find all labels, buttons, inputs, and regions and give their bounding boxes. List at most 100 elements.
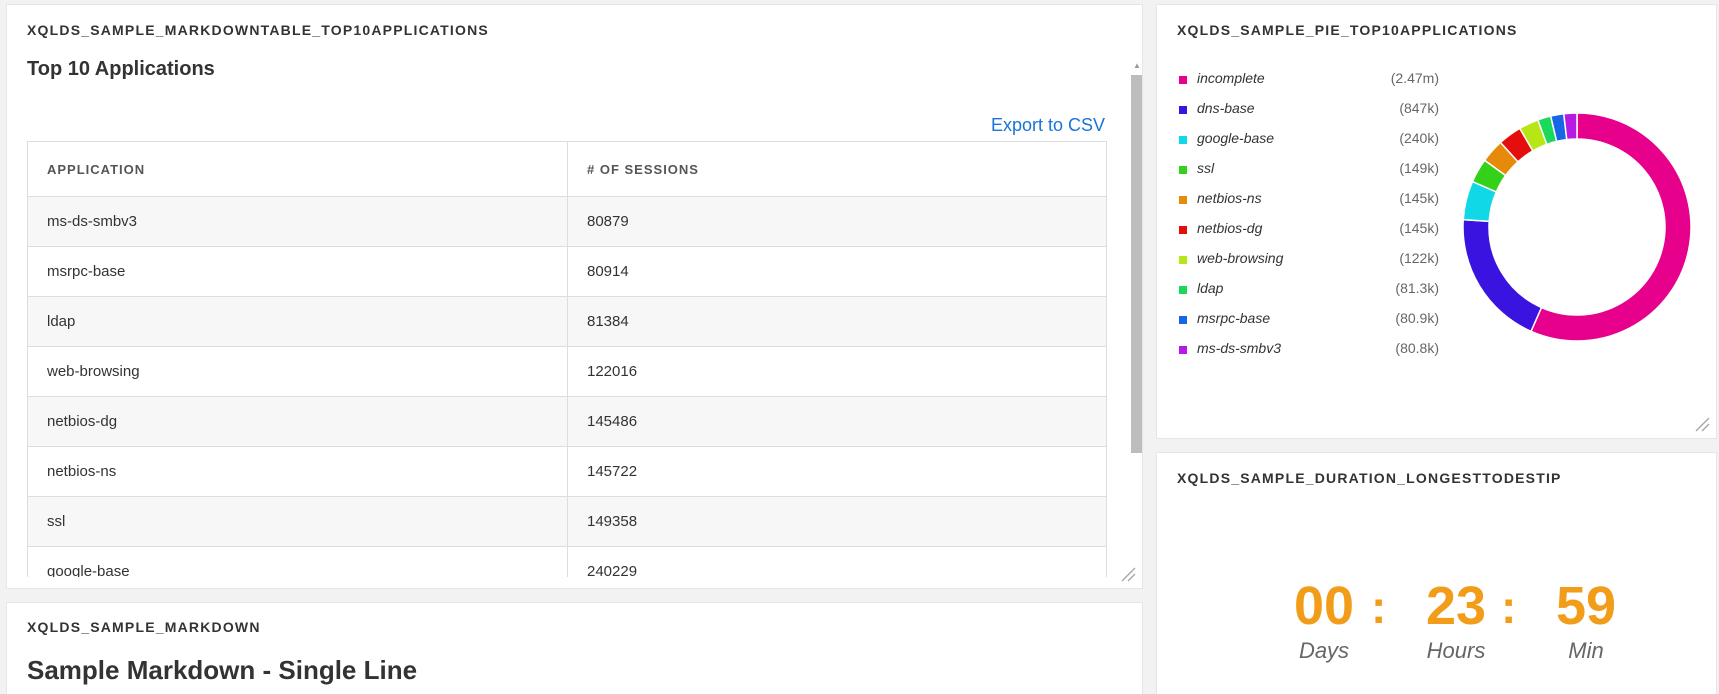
widget-title: XQLDS_SAMPLE_DURATION_LONGESTTODESTIP <box>1177 470 1562 486</box>
legend-swatch <box>1179 76 1187 84</box>
duration-separator: : <box>1501 581 1517 633</box>
table-row: netbios-ns 145722 <box>27 446 1107 497</box>
legend-label: ldap <box>1197 280 1224 296</box>
markdown-table-widget: XQLDS_SAMPLE_MARKDOWNTABLE_TOP10APPLICAT… <box>6 4 1143 589</box>
table-row: netbios-dg 145486 <box>27 396 1107 447</box>
resize-handle-icon[interactable] <box>1694 416 1710 432</box>
sessions-cell: 81384 <box>567 296 1107 347</box>
legend-item[interactable]: ssl (149k) <box>1179 158 1439 188</box>
legend-swatch <box>1179 256 1187 264</box>
legend-item[interactable]: ms-ds-smbv3 (80.8k) <box>1179 338 1439 368</box>
legend-item[interactable]: msrpc-base (80.9k) <box>1179 308 1439 338</box>
duration-minutes: 59 Min <box>1531 576 1641 664</box>
legend-value: (2.47m) <box>1390 70 1439 86</box>
legend-value: (80.8k) <box>1395 340 1439 356</box>
application-cell: ssl <box>27 496 568 547</box>
legend-item[interactable]: web-browsing (122k) <box>1179 248 1439 278</box>
legend-value: (149k) <box>1399 160 1439 176</box>
legend-swatch <box>1179 316 1187 324</box>
table-row: msrpc-base 80914 <box>27 246 1107 297</box>
table-row: ms-ds-smbv3 80879 <box>27 196 1107 247</box>
application-cell: web-browsing <box>27 346 568 397</box>
days-label: Days <box>1298 638 1350 663</box>
legend-value: (122k) <box>1399 250 1439 266</box>
application-cell: msrpc-base <box>27 246 568 297</box>
minutes-value: 59 <box>1555 576 1617 636</box>
legend-value: (81.3k) <box>1395 280 1439 296</box>
legend-label: google-base <box>1197 130 1275 146</box>
legend-label: web-browsing <box>1197 250 1284 266</box>
application-cell: ldap <box>27 296 568 347</box>
legend-item[interactable]: netbios-dg (145k) <box>1179 218 1439 248</box>
hours-value: 23 <box>1425 576 1487 636</box>
duration-separator: : <box>1371 581 1387 633</box>
legend-value: (145k) <box>1399 220 1439 236</box>
widget-title: XQLDS_SAMPLE_MARKDOWN <box>27 619 261 635</box>
duration-days: 00 Days <box>1269 576 1379 664</box>
legend-swatch <box>1179 346 1187 354</box>
scrollbar-thumb[interactable] <box>1131 75 1142 453</box>
donut-slice-dns-base[interactable] <box>1462 218 1543 333</box>
table-heading: Top 10 Applications <box>27 58 215 80</box>
legend-swatch <box>1179 196 1187 204</box>
table-row: ssl 149358 <box>27 496 1107 547</box>
application-cell: google-base <box>27 546 568 577</box>
legend-swatch <box>1179 106 1187 114</box>
legend-item[interactable]: google-base (240k) <box>1179 128 1439 158</box>
pie-chart-widget: XQLDS_SAMPLE_PIE_TOP10APPLICATIONS incom… <box>1156 4 1717 439</box>
table-row: web-browsing 122016 <box>27 346 1107 397</box>
sessions-cell: 145722 <box>567 446 1107 497</box>
legend-item[interactable]: ldap (81.3k) <box>1179 278 1439 308</box>
donut-slice-incomplete[interactable] <box>1529 112 1692 342</box>
legend-value: (80.9k) <box>1395 310 1439 326</box>
legend-label: incomplete <box>1197 70 1265 86</box>
legend-label: ms-ds-smbv3 <box>1197 340 1282 356</box>
widget-title: XQLDS_SAMPLE_PIE_TOP10APPLICATIONS <box>1177 22 1518 38</box>
table-row: ldap 81384 <box>27 296 1107 347</box>
resize-handle-icon[interactable] <box>1120 566 1136 582</box>
sessions-cell: 122016 <box>567 346 1107 397</box>
donut-chart <box>1462 112 1692 342</box>
legend-item[interactable]: incomplete (2.47m) <box>1179 68 1439 98</box>
application-cell: ms-ds-smbv3 <box>27 196 568 247</box>
duration-widget: XQLDS_SAMPLE_DURATION_LONGESTTODESTIP 00… <box>1156 452 1717 694</box>
legend-label: dns-base <box>1197 100 1255 116</box>
scroll-up-arrow-icon[interactable]: ▲ <box>1133 61 1141 70</box>
column-header-application[interactable]: APPLICATION <box>27 141 568 197</box>
chart-legend: incomplete (2.47m) dns-base (847k) google-ba… <box>1179 68 1439 368</box>
export-csv-link[interactable]: Export to CSV <box>991 115 1105 136</box>
application-cell: netbios-ns <box>27 446 568 497</box>
sessions-cell: 80879 <box>567 196 1107 247</box>
legend-value: (847k) <box>1399 100 1439 116</box>
legend-item[interactable]: netbios-ns (145k) <box>1179 188 1439 218</box>
sessions-cell: 145486 <box>567 396 1107 447</box>
markdown-widget: XQLDS_SAMPLE_MARKDOWN Sample Markdown - … <box>6 602 1143 694</box>
legend-swatch <box>1179 136 1187 144</box>
vertical-scrollbar[interactable]: ▲ <box>1130 61 1142 581</box>
legend-label: msrpc-base <box>1197 310 1271 326</box>
column-header-sessions[interactable]: # OF SESSIONS <box>567 141 1107 197</box>
legend-value: (145k) <box>1399 190 1439 206</box>
minutes-label: Min <box>1568 638 1604 663</box>
legend-item[interactable]: dns-base (847k) <box>1179 98 1439 128</box>
legend-label: netbios-ns <box>1197 190 1262 206</box>
table-container: APPLICATION # OF SESSIONS ms-ds-smbv3 80… <box>27 141 1107 577</box>
legend-label: ssl <box>1197 160 1215 176</box>
table-row: google-base 240229 <box>27 546 1107 577</box>
legend-label: netbios-dg <box>1197 220 1263 236</box>
legend-swatch <box>1179 286 1187 294</box>
legend-value: (240k) <box>1399 130 1439 146</box>
days-value: 00 <box>1293 576 1355 636</box>
hours-label: Hours <box>1426 638 1486 663</box>
donut-slice-ms-ds-smbv3[interactable] <box>1562 112 1578 141</box>
sessions-cell: 80914 <box>567 246 1107 297</box>
legend-swatch <box>1179 166 1187 174</box>
markdown-heading: Sample Markdown - Single Line <box>27 655 418 685</box>
applications-table: APPLICATION # OF SESSIONS ms-ds-smbv3 80… <box>27 141 1107 577</box>
application-cell: netbios-dg <box>27 396 568 447</box>
table-header-row: APPLICATION # OF SESSIONS <box>27 141 1107 197</box>
legend-swatch <box>1179 226 1187 234</box>
sessions-cell: 149358 <box>567 496 1107 547</box>
duration-hours: 23 Hours <box>1401 576 1511 664</box>
sessions-cell: 240229 <box>567 546 1107 577</box>
